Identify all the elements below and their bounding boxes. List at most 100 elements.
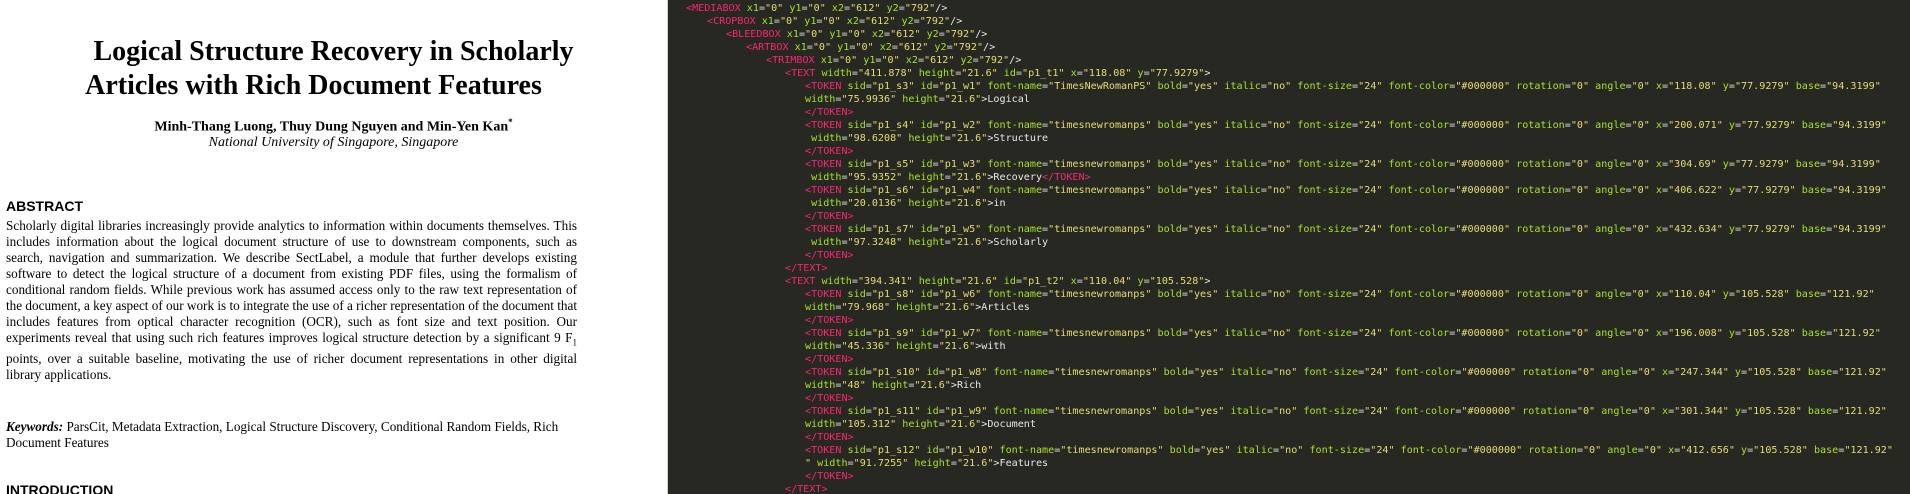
xml-token: "792" — [944, 29, 976, 40]
xml-line: <CROPBOX x1="0" y1="0" x2="612" y2="792"… — [707, 15, 962, 28]
xml-token: "0" — [1570, 328, 1590, 339]
xml-token: "#000000" — [1467, 445, 1523, 456]
xml-token: "612" — [850, 3, 881, 14]
xml-token: y2 — [920, 29, 939, 40]
xml-token: "612" — [890, 29, 921, 40]
xml-line: <TOKEN sid="p1_s5" id="p1_w3" font-name=… — [805, 158, 1881, 171]
xml-token: "94.3199" — [1826, 159, 1881, 170]
xml-token: </TOKEN> — [805, 354, 854, 365]
xml-token: y — [1722, 328, 1735, 339]
xml-token: "792" — [904, 3, 936, 14]
xml-line: <TRIMBOX x1="0" y1="0" x2="612" y2="792"… — [766, 54, 1021, 67]
xml-token: <TOKEN — [805, 185, 842, 196]
xml-token: font-color — [1382, 120, 1450, 131]
xml-line: </TOKEN> — [805, 353, 854, 366]
xml-token: with — [981, 341, 1006, 352]
xml-token: italic — [1218, 224, 1261, 235]
xml-token: "timesnewromanps" — [1048, 159, 1152, 170]
xml-token: "no" — [1266, 328, 1292, 339]
xml-token: sid — [841, 185, 866, 196]
xml-token: <TOKEN — [805, 81, 842, 92]
xml-token: height — [908, 458, 951, 469]
xml-line: <TEXT width="394.341" height="21.6" id="… — [785, 275, 1210, 288]
xml-token: "21.6" — [961, 68, 998, 79]
xml-token: Document — [987, 419, 1036, 430]
xml-token: y — [1722, 224, 1735, 235]
xml-token: width — [805, 419, 836, 430]
xml-token: sid — [841, 224, 866, 235]
xml-token: "#000000" — [1455, 159, 1511, 170]
xml-line: <TOKEN sid="p1_s3" id="p1_w1" font-name=… — [805, 80, 1881, 93]
xml-token: "yes" — [1187, 159, 1219, 170]
xml-token: "110.04" — [1082, 276, 1132, 287]
xml-token: "0" — [1570, 120, 1590, 131]
xml-token: "0" — [1576, 406, 1596, 417]
xml-token: "#000000" — [1455, 328, 1511, 339]
xml-token: "77.9279" — [1734, 81, 1790, 92]
xml-token: /> — [1009, 55, 1022, 66]
introduction-heading: INTRODUCTION — [6, 482, 114, 494]
xml-token: height — [890, 302, 933, 313]
xml-line: width="45.336" height="21.6">with — [805, 340, 1006, 353]
xml-token: id — [914, 289, 933, 300]
xml-token: id — [914, 328, 933, 339]
xml-token: italic — [1218, 185, 1261, 196]
xml-token: "no" — [1279, 445, 1304, 456]
xml-token: "21.6" — [950, 198, 988, 209]
xml-token: "#000000" — [1455, 289, 1511, 300]
xml-token: "timesnewromanps" — [1048, 185, 1152, 196]
xml-token: "p1_s6" — [871, 185, 915, 196]
xml-token: "p1_w4" — [938, 185, 982, 196]
xml-token: "#000000" — [1461, 406, 1517, 417]
xml-token: "304.69" — [1668, 159, 1717, 170]
xml-token: "no" — [1266, 159, 1292, 170]
xml-token: "0" — [1631, 289, 1650, 300]
xml-token: <TEXT — [785, 276, 816, 287]
xml-token: "0" — [1631, 120, 1650, 131]
xml-token: "yes" — [1193, 367, 1225, 378]
xml-token: "105.528" — [1741, 328, 1796, 339]
xml-token: "0" — [812, 42, 832, 53]
xml-token: "110.04" — [1668, 289, 1717, 300]
xml-token: sid — [841, 289, 866, 300]
xml-token: "0" — [881, 55, 900, 66]
xml-token: "24" — [1358, 185, 1383, 196]
xml-token: height — [912, 276, 956, 287]
xml-token: width — [805, 133, 842, 144]
xml-token: rotation — [1510, 81, 1565, 92]
xml-line: </TOKEN> — [805, 145, 854, 158]
xml-token: "24" — [1364, 406, 1389, 417]
xml-token: "yes" — [1187, 289, 1219, 300]
xml-token: </TOKEN> — [805, 393, 854, 404]
xml-token: </TOKEN> — [805, 250, 854, 261]
xml-token: rotation — [1510, 159, 1565, 170]
xml-token: "24" — [1364, 367, 1389, 378]
xml-token: x — [1649, 159, 1662, 170]
xml-token: width — [805, 237, 842, 248]
xml-token: "0" — [1576, 367, 1596, 378]
xml-token: "105.528" — [1753, 445, 1808, 456]
xml-token: width — [805, 198, 842, 209]
xml-token: "118.08" — [1668, 81, 1717, 92]
xml-token: "0" — [1631, 159, 1650, 170]
xml-token: bold — [1163, 445, 1194, 456]
xml-token: height — [902, 237, 945, 248]
xml-token: "p1_t2" — [1022, 276, 1065, 287]
abstract-subscript: 1 — [572, 337, 578, 348]
xml-token: "121.92" — [1838, 367, 1887, 378]
xml-token: "yes" — [1187, 120, 1219, 131]
xml-token: x2 — [840, 16, 859, 27]
xml-token: id — [997, 68, 1016, 79]
xml-token: bold — [1151, 328, 1182, 339]
paper-title-line-1: Logical Structure Recovery in Scholarly — [93, 36, 574, 67]
xml-line: width="48" height="21.6">Rich — [805, 379, 981, 392]
xml-code-pane[interactable]: <MEDIABOX x1="0" y1="0" x2="612" y2="792… — [668, 0, 1910, 494]
xml-token: "792" — [919, 16, 951, 27]
xml-token: font-size — [1291, 159, 1353, 170]
xml-token: y — [1716, 289, 1729, 300]
xml-token: </TOKEN> — [805, 471, 854, 482]
xml-token: "612" — [924, 55, 955, 66]
xml-token: "45.336" — [841, 341, 891, 352]
xml-token: "105.528" — [1149, 276, 1205, 287]
xml-token: id — [997, 276, 1016, 287]
